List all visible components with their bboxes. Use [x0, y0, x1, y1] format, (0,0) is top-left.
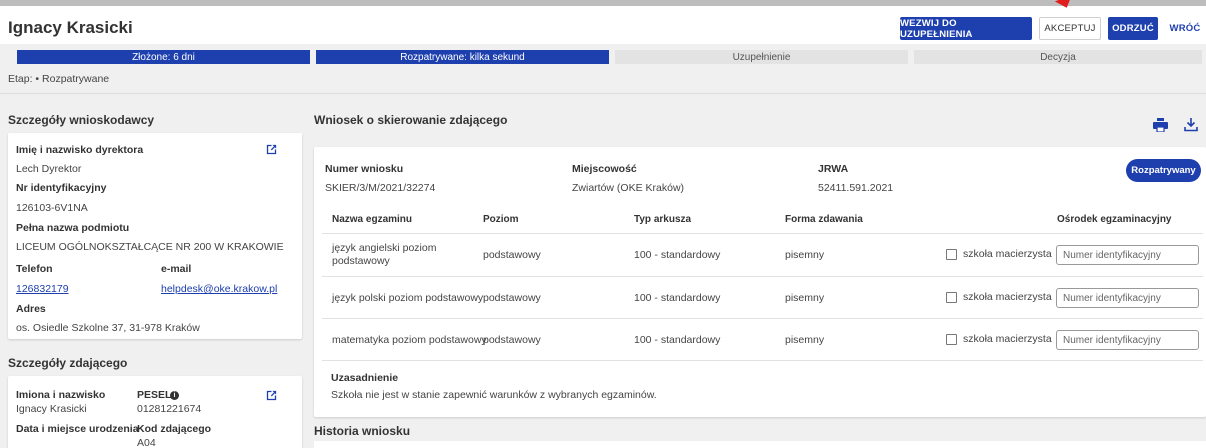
phone-link[interactable]: 126832179 — [16, 283, 69, 295]
birth-label: Data i miejsce urodzenia — [16, 423, 139, 435]
history-section-title: Historia wniosku — [314, 424, 411, 438]
page-title: Ignacy Krasicki — [8, 18, 133, 37]
exam-form: pisemny — [785, 292, 825, 304]
back-button[interactable]: WRÓĆ — [1166, 17, 1204, 40]
entity-label: Pełna nazwa podmiotu — [16, 222, 130, 234]
divider — [0, 93, 1206, 94]
home-school-label: szkoła macierzysta — [963, 248, 1052, 260]
applicant-section-title: Szczegóły wnioskodawcy — [8, 113, 155, 127]
exam-sheet: 100 - standardowy — [634, 334, 721, 346]
exam-level: podstawowy — [483, 292, 541, 304]
email-link[interactable]: helpdesk@oke.krakow.pl — [161, 283, 277, 295]
download-icon[interactable] — [1184, 117, 1198, 132]
progress-step-decision: Decyzja — [914, 50, 1202, 64]
director-label: Imię i nazwisko dyrektora — [16, 144, 144, 156]
reject-button[interactable]: ODRZUĆ — [1108, 17, 1158, 40]
director-value: Lech Dyrektor — [16, 163, 82, 175]
address-value: os. Osiedle Szkolne 37, 31-978 Kraków — [16, 322, 200, 334]
center-id-input[interactable]: Numer identyfikacyjny — [1056, 245, 1199, 265]
student-section-title: Szczegóły zdającego — [8, 356, 128, 370]
city-value: Zwiartów (OKE Kraków) — [572, 182, 685, 194]
address-label: Adres — [16, 303, 46, 315]
id-label: Nr identyfikacyjny — [16, 182, 107, 194]
column-header-form: Forma zdawania — [785, 214, 863, 225]
phone-label: Telefon — [16, 263, 53, 275]
home-school-checkbox[interactable] — [946, 292, 957, 303]
exam-name: matematyka poziom podstawowy — [332, 334, 487, 346]
open-external-icon[interactable] — [265, 389, 278, 402]
column-header-level: Poziom — [483, 214, 519, 225]
accept-button[interactable]: AKCEPTUJ — [1039, 17, 1101, 40]
city-label: Miejscowość — [572, 163, 637, 175]
column-header-center: Ośrodek egzaminacyjny — [1057, 214, 1172, 225]
exam-form: pisemny — [785, 249, 825, 261]
application-number-label: Numer wniosku — [325, 163, 404, 175]
home-school-label: szkoła macierzysta — [963, 291, 1052, 303]
home-school-checkbox[interactable] — [946, 334, 957, 345]
open-external-icon[interactable] — [265, 143, 278, 156]
justification-value: Szkoła nie jest w stanie zapewnić warunk… — [331, 389, 657, 401]
home-school-checkbox[interactable] — [946, 249, 957, 260]
id-value: 126103-6V1NA — [16, 202, 88, 214]
student-name-label: Imiona i nazwisko — [16, 389, 106, 401]
exam-name: język polski poziom podstawowy — [332, 292, 484, 304]
column-header-sheet: Typ arkusza — [634, 214, 692, 225]
progress-step-completion: Uzupełnienie — [615, 50, 908, 64]
application-section-title: Wniosek o skierowanie zdającego — [314, 113, 508, 127]
table-divider — [322, 360, 1203, 361]
status-badge: Rozpatrywany — [1126, 159, 1201, 182]
exam-form: pisemny — [785, 334, 825, 346]
center-id-input[interactable]: Numer identyfikacyjny — [1056, 288, 1199, 308]
pesel-label: PESEL — [137, 389, 172, 401]
student-code-label: Kod zdającego — [137, 423, 212, 435]
print-icon[interactable] — [1153, 118, 1168, 132]
exam-level: podstawowy — [483, 249, 541, 261]
home-school-label: szkoła macierzysta — [963, 333, 1052, 345]
exam-name: język angielski poziom podstawowy — [332, 242, 437, 267]
student-name-value: Ignacy Krasicki — [16, 403, 87, 415]
exam-sheet: 100 - standardowy — [634, 292, 721, 304]
progress-step-submitted: Złożone: 6 dni — [17, 50, 310, 64]
call-to-complete-button[interactable]: WEZWIJ DO UZUPEŁNIENIA — [900, 17, 1032, 40]
student-code-value: A04 — [137, 437, 156, 448]
pesel-value: 01281221674 — [137, 403, 202, 415]
stage-indicator: Etap: • Rozpatrywane — [8, 73, 110, 85]
center-id-input[interactable]: Numer identyfikacyjny — [1056, 330, 1199, 350]
progress-step-reviewing: Rozpatrywane: kilka sekund — [316, 50, 609, 64]
exam-sheet: 100 - standardowy — [634, 249, 721, 261]
exam-level: podstawowy — [483, 334, 541, 346]
application-number-value: SKIER/3/M/2021/32274 — [325, 182, 436, 194]
justification-label: Uzasadnienie — [331, 372, 399, 384]
jrwa-label: JRWA — [818, 163, 849, 175]
history-card — [314, 441, 1206, 448]
jrwa-value: 52411.591.2021 — [818, 182, 894, 194]
info-icon[interactable]: i — [170, 391, 179, 400]
entity-value: LICEUM OGÓLNOKSZTAŁCĄCE NR 200 W KRAKOWI… — [16, 241, 284, 253]
column-header-exam: Nazwa egzaminu — [332, 214, 413, 225]
email-label: e-mail — [161, 263, 192, 275]
